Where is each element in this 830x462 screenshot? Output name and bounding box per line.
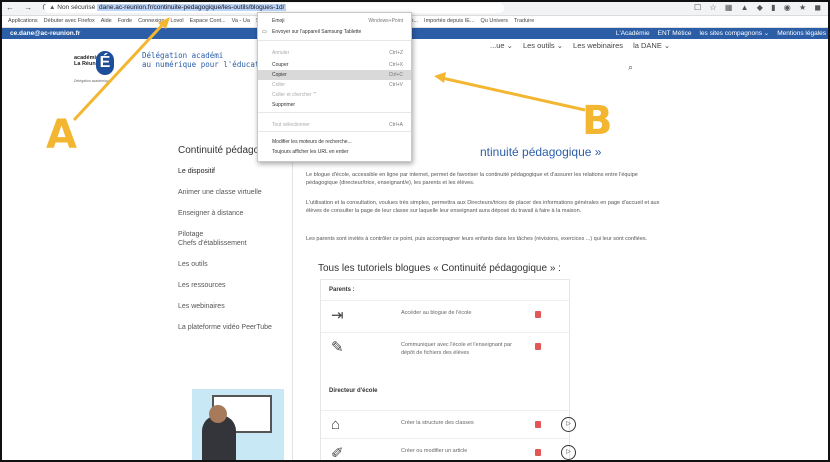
- annotation-arrows: [72, 17, 586, 122]
- arrow-a: [72, 20, 167, 122]
- arrow-b-head: [434, 72, 446, 83]
- arrow-b: [441, 76, 586, 112]
- browser-window: ← → C ▲ Non sécurisé dane.ac-reunion.fr/…: [0, 0, 830, 462]
- callout-a: A: [46, 112, 77, 158]
- callout-b: B: [582, 98, 613, 144]
